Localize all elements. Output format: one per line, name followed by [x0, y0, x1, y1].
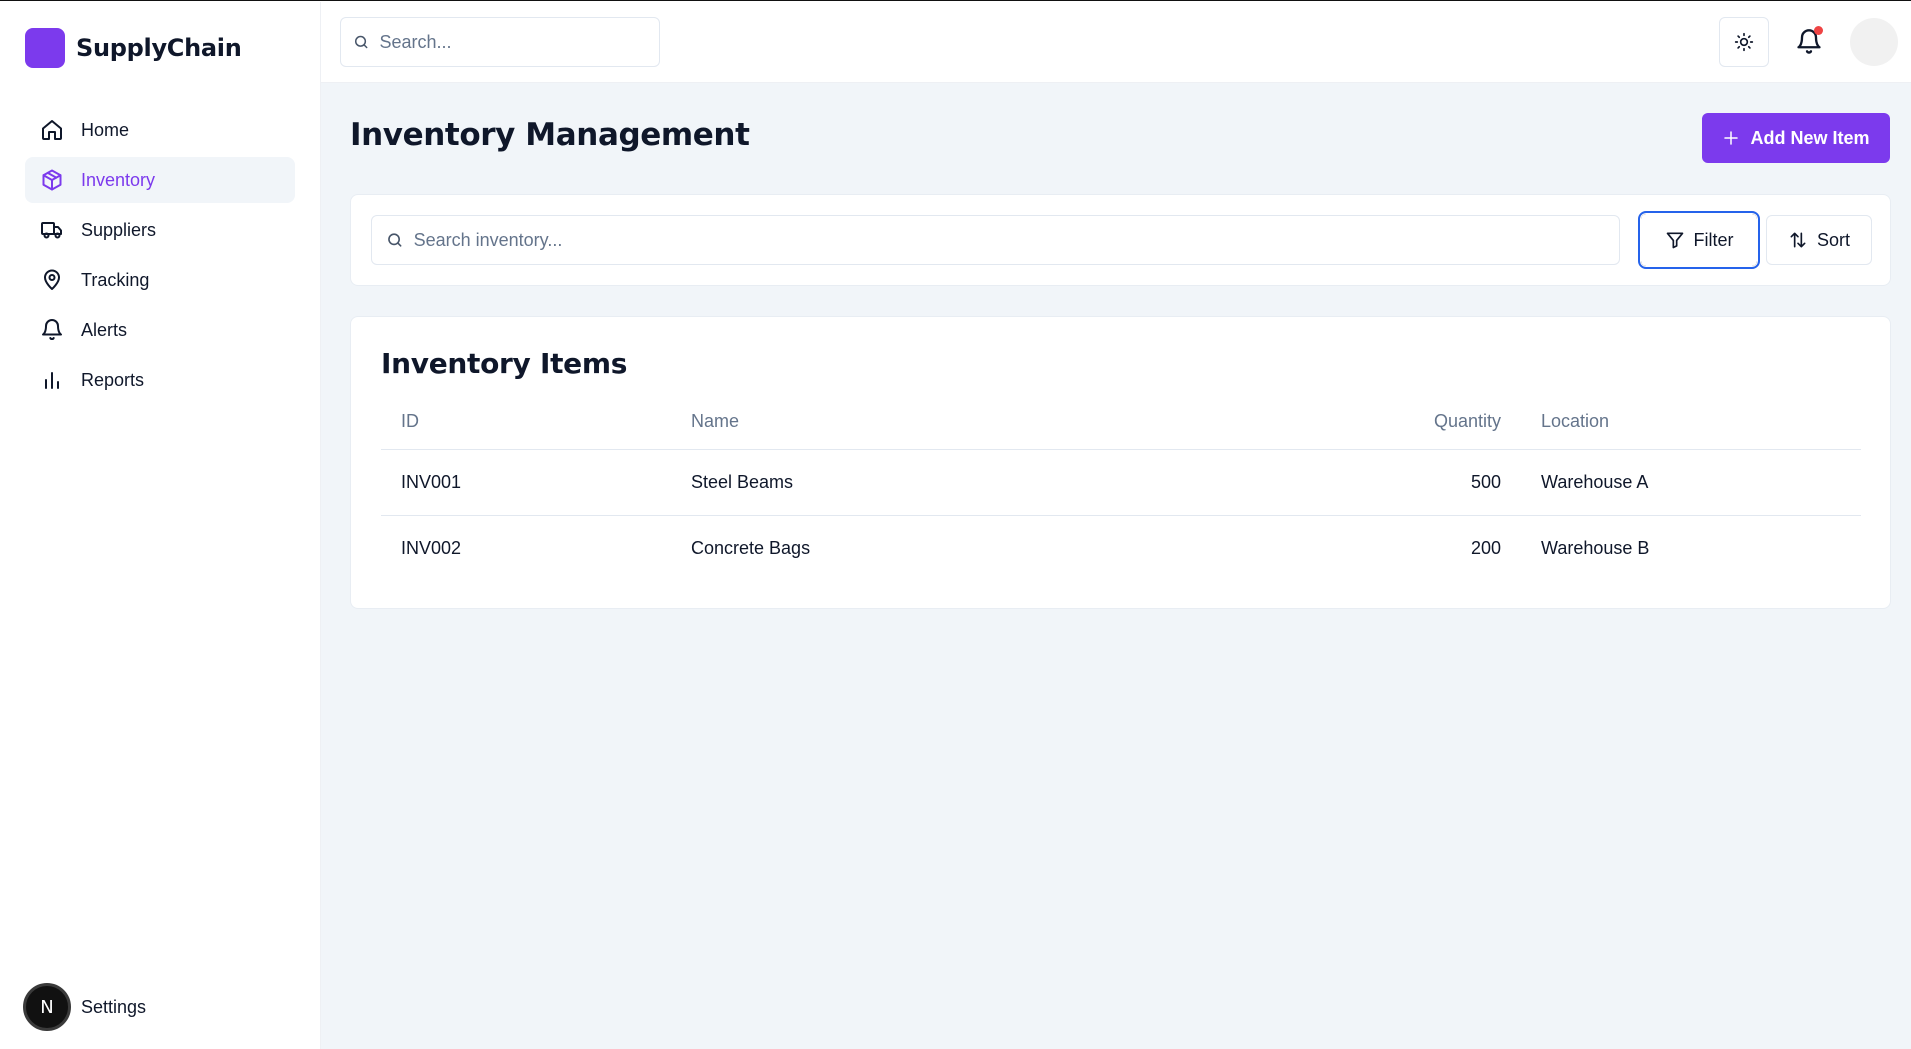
map-pin-icon: [44, 269, 60, 290]
cell-name: Steel Beams: [671, 449, 1371, 516]
filter-button[interactable]: Filter: [1638, 211, 1760, 269]
bell-icon: [42, 319, 62, 341]
cell-id: INV002: [401, 537, 462, 558]
truck-icon: [41, 222, 62, 239]
sidebar-item-label: Home: [81, 119, 130, 140]
notifications-button[interactable]: [1784, 17, 1834, 67]
cell-location: Warehouse A: [1521, 449, 1861, 516]
sidebar-item-home[interactable]: Home: [25, 107, 295, 153]
table-row[interactable]: INV001 Steel Beams 500 Warehouse A: [381, 449, 1861, 516]
search-icon: [388, 233, 402, 247]
brand-name: SupplyChain: [76, 34, 242, 62]
add-new-item-label: Add New Item: [1750, 127, 1870, 148]
search-icon: [354, 35, 368, 49]
cell-quantity: 500: [1371, 449, 1521, 516]
cell-location: Warehouse B: [1541, 537, 1650, 558]
sidebar-item-label: Suppliers: [81, 219, 157, 240]
sidebar-item-reports[interactable]: Reports: [25, 357, 295, 403]
filter-bar: Filter Sort: [350, 194, 1891, 286]
settings-avatar: N: [23, 983, 71, 1031]
inventory-search-input[interactable]: [413, 229, 1619, 251]
table-header-row: ID Name Quantity Location: [381, 395, 1861, 450]
table-title: Inventory Items: [381, 347, 628, 380]
global-search[interactable]: [340, 17, 660, 67]
sort-label: Sort: [1816, 229, 1850, 250]
column-header-location[interactable]: Location: [1521, 395, 1861, 450]
column-header-quantity[interactable]: Quantity: [1371, 395, 1521, 450]
inventory-table: ID Name Quantity Location INV001 Steel B…: [381, 395, 1861, 581]
page-title: Inventory Management: [350, 117, 750, 153]
table-row[interactable]: INV002 Concrete Bags 200 Warehouse B: [381, 515, 1861, 581]
sidebar-item-inventory[interactable]: Inventory: [25, 157, 295, 203]
sidebar-nav: Home Inventory Suppliers Tracking Alerts…: [25, 107, 295, 407]
cell-id: INV001: [381, 449, 671, 516]
sidebar-item-label: Inventory: [81, 169, 156, 190]
settings-link[interactable]: N Settings: [23, 983, 146, 1031]
global-search-input[interactable]: [379, 31, 659, 53]
package-icon: [42, 169, 62, 191]
bar-chart-icon: [45, 372, 59, 389]
filter-label: Filter: [1693, 229, 1734, 250]
sidebar-item-tracking[interactable]: Tracking: [25, 257, 295, 303]
sidebar-item-label: Tracking: [81, 269, 150, 290]
sidebar-item-suppliers[interactable]: Suppliers: [25, 207, 295, 253]
sidebar: SupplyChain Home Inventory Suppliers Tra…: [0, 2, 321, 1049]
sun-icon: [1734, 32, 1754, 52]
sort-icon: [1790, 232, 1806, 248]
cell-quantity: 200: [1470, 537, 1501, 558]
home-icon: [42, 120, 62, 140]
theme-toggle-button[interactable]: [1719, 17, 1769, 67]
column-header-name[interactable]: Name: [671, 395, 1371, 450]
column-header-id[interactable]: ID: [381, 395, 671, 450]
cell-name: Concrete Bags: [691, 537, 811, 558]
sort-button[interactable]: Sort: [1766, 215, 1872, 265]
sidebar-item-label: Alerts: [81, 319, 128, 340]
notification-badge: [1814, 26, 1823, 35]
brand-logo: [25, 28, 65, 68]
filter-icon: [1666, 232, 1683, 249]
topbar: [321, 2, 1911, 83]
add-new-item-button[interactable]: Add New Item: [1702, 113, 1890, 163]
inventory-table-card: Inventory Items ID Name Quantity Locatio…: [350, 316, 1891, 609]
plus-icon: [1724, 131, 1739, 145]
user-avatar[interactable]: [1850, 18, 1898, 66]
main-content: Inventory Management Add New Item Filter…: [321, 83, 1911, 1049]
brand[interactable]: SupplyChain: [25, 28, 242, 68]
sidebar-item-alerts[interactable]: Alerts: [25, 307, 295, 353]
settings-label: Settings: [81, 996, 147, 1017]
inventory-search[interactable]: [371, 215, 1620, 265]
sidebar-item-label: Reports: [81, 369, 145, 390]
